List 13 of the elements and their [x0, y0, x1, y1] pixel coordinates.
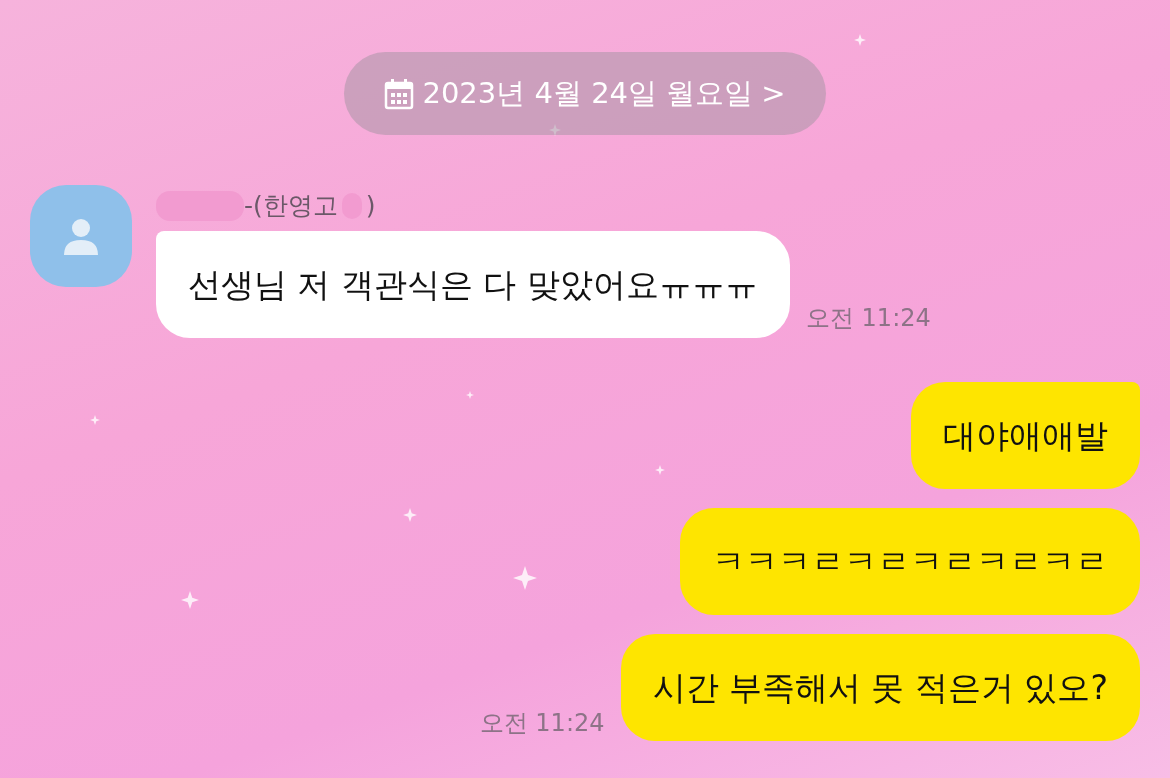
message-time: 오전 11:24	[479, 707, 605, 739]
message-bubble: ㅋㅋㅋㄹㅋㄹㅋㄹㅋㄹㅋㄹ	[680, 507, 1140, 615]
date-text: 2023년 4월 24일 월요일	[422, 74, 754, 112]
message-bubble: 시간 부족해서 못 적은거 있오?	[620, 633, 1140, 741]
sender-name: -(한영고	[244, 190, 338, 222]
message-bubble: 선생님 저 객관식은 다 맞았어요ㅠㅠㅠ	[156, 230, 790, 338]
calendar-icon	[384, 77, 415, 110]
date-banner[interactable]: 2023년 4월 24일 월요일 >	[344, 52, 826, 135]
avatar-icon	[30, 185, 132, 287]
sender-name: )	[365, 190, 376, 222]
message-bubble: 대야애애발	[911, 381, 1140, 489]
chevron-icon: >	[761, 71, 786, 116]
message-time: 오전 11:24	[805, 302, 931, 334]
